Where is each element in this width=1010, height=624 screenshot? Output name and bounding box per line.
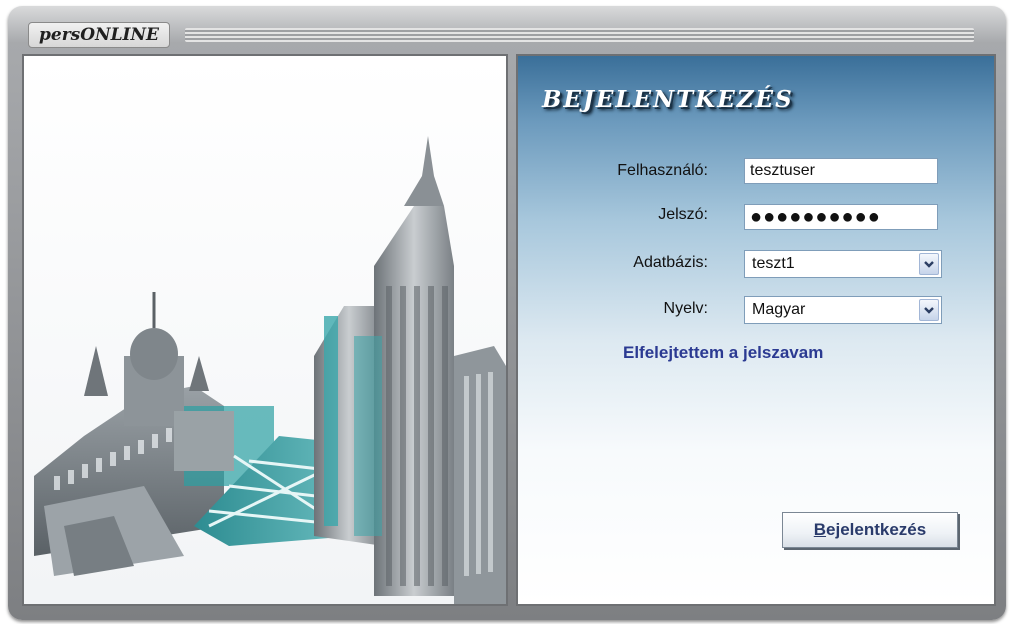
username-field[interactable]	[744, 158, 938, 184]
city-illustration-panel	[22, 54, 508, 606]
chevron-down-icon[interactable]	[919, 299, 939, 321]
login-button[interactable]: Bejelentkezés	[782, 512, 958, 548]
language-selected-value: Magyar	[752, 301, 806, 318]
language-select[interactable]: Magyar	[744, 296, 942, 324]
login-panel: Bejelentkezés Felhasználó: Jelszó: ●●●●●…	[516, 54, 996, 606]
database-label: Adatbázis:	[633, 254, 708, 271]
password-label: Jelszó:	[658, 206, 708, 223]
city-illustration	[24, 56, 506, 604]
title-bar: persONLINE	[20, 18, 980, 48]
forgot-password-link[interactable]: Elfelejtettem a jelszavam	[623, 343, 823, 363]
language-label: Nyelv:	[663, 300, 708, 317]
login-button-label: ejelentkezés	[826, 520, 927, 539]
username-label: Felhasználó:	[617, 162, 708, 179]
database-selected-value: teszt1	[752, 255, 795, 272]
title-bar-stripes	[185, 28, 974, 42]
database-select[interactable]: teszt1	[744, 250, 942, 278]
password-field[interactable]: ●●●●●●●●●●	[744, 204, 938, 230]
window-title: persONLINE	[28, 22, 170, 48]
login-heading: Bejelentkezés	[542, 86, 794, 113]
login-button-accesskey: B	[813, 520, 827, 539]
chevron-down-icon[interactable]	[919, 253, 939, 275]
